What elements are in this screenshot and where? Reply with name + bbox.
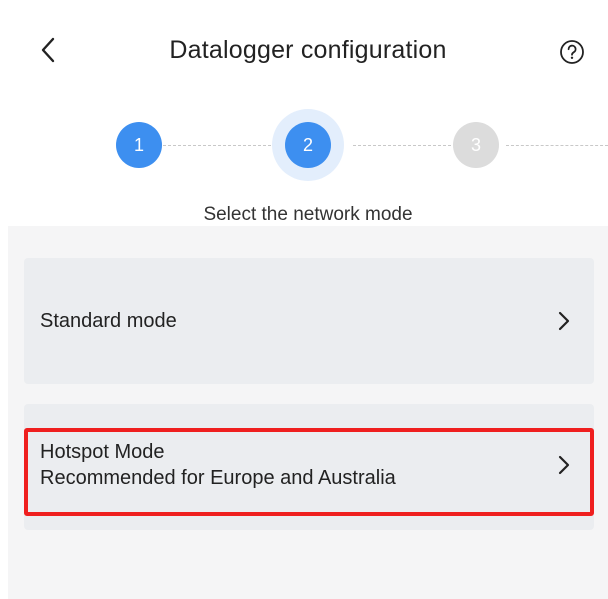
hotspot-mode-option[interactable]: Hotspot Mode Recommended for Europe and … [24,404,594,530]
page-title: Datalogger configuration [169,36,447,64]
option-title: Hotspot Mode [40,441,165,463]
chevron-right-icon [558,311,570,331]
standard-mode-option[interactable]: Standard mode [24,258,594,384]
step-connector [506,145,608,146]
chevron-left-icon [41,37,55,63]
option-title: Standard mode [40,310,177,332]
step-caption: Select the network mode [203,204,413,225]
step-connector [163,145,276,146]
app-screen: Datalogger configuration 1 2 3 Select th… [8,8,608,599]
step-connector [353,145,451,146]
step-indicator: 1 2 3 Select the network mode [8,96,608,226]
header-bar: Datalogger configuration [8,8,608,96]
step-2: 2 [285,122,331,168]
back-button[interactable] [30,32,66,68]
chevron-right-icon [558,455,570,475]
help-circle-icon [560,40,584,64]
option-subtitle: Recommended for Europe and Australia [40,467,396,489]
step-1: 1 [116,122,162,168]
step-3: 3 [453,122,499,168]
help-button[interactable] [558,38,586,66]
